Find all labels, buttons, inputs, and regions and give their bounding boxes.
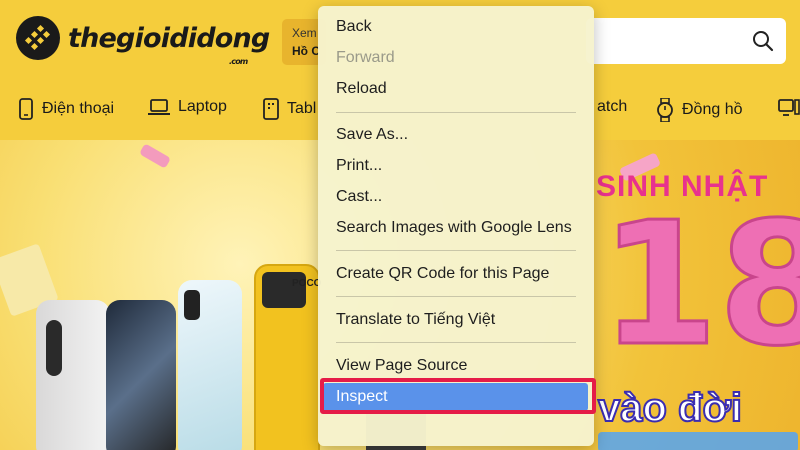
search-input[interactable] bbox=[586, 18, 786, 64]
menu-item-google-lens[interactable]: Search Images with Google Lens bbox=[318, 214, 594, 242]
nav-label: Laptop bbox=[178, 98, 227, 115]
phone-image-vivo bbox=[178, 280, 242, 450]
tablet-icon bbox=[263, 98, 279, 120]
nav-item-phone[interactable]: Điện thoại bbox=[18, 98, 114, 120]
promo-tagline: vào đời bbox=[597, 385, 743, 431]
nav-item-watch[interactable]: Đồng hồ bbox=[656, 98, 743, 122]
menu-item-back[interactable]: Back bbox=[318, 13, 594, 41]
menu-item-translate[interactable]: Translate to Tiếng Việt bbox=[318, 306, 594, 334]
menu-item-qr-code[interactable]: Create QR Code for this Page bbox=[318, 260, 594, 288]
menu-separator bbox=[336, 296, 576, 297]
inspect-annotation-frame bbox=[320, 378, 596, 414]
phone-image-poco: POCO bbox=[254, 264, 321, 450]
menu-separator bbox=[336, 112, 576, 113]
phone-image-fold bbox=[36, 300, 110, 450]
search-icon[interactable] bbox=[752, 30, 774, 52]
phone-image-fold-open bbox=[106, 300, 176, 450]
confetti-decoration bbox=[139, 143, 171, 169]
logo-text: thegioididong .com bbox=[68, 22, 270, 66]
nav-item-tablet[interactable]: Tabl bbox=[263, 98, 316, 120]
watch-icon bbox=[657, 98, 673, 122]
logo-suffix: .com bbox=[229, 56, 248, 66]
nav-item-smartwatch[interactable]: atch bbox=[597, 98, 627, 116]
laptop-icon bbox=[148, 99, 170, 115]
menu-item-view-source[interactable]: View Page Source bbox=[318, 352, 594, 380]
nav-label: Tabl bbox=[287, 100, 317, 117]
menu-item-cast[interactable]: Cast... bbox=[318, 183, 594, 211]
menu-item-print[interactable]: Print... bbox=[318, 152, 594, 180]
promo-number: 18 bbox=[599, 186, 800, 384]
phone-icon bbox=[19, 98, 33, 120]
nav-item-laptop[interactable]: Laptop bbox=[148, 98, 227, 116]
promo-strip-decoration bbox=[598, 432, 798, 450]
nav-item-pc[interactable] bbox=[778, 98, 800, 118]
menu-item-save-as[interactable]: Save As... bbox=[318, 121, 594, 149]
site-logo[interactable]: thegioididong .com bbox=[16, 16, 270, 66]
nav-label: atch bbox=[597, 98, 628, 115]
nav-label: Đồng hồ bbox=[682, 101, 743, 118]
logo-mark-icon bbox=[16, 16, 60, 60]
menu-separator bbox=[336, 250, 576, 251]
logo-wordmark: thegioididong bbox=[68, 22, 270, 54]
nav-label: Điện thoại bbox=[42, 100, 115, 117]
menu-item-reload[interactable]: Reload bbox=[318, 75, 594, 103]
pc-icon bbox=[778, 99, 800, 116]
menu-item-forward: Forward bbox=[336, 49, 395, 66]
menu-separator bbox=[336, 342, 576, 343]
